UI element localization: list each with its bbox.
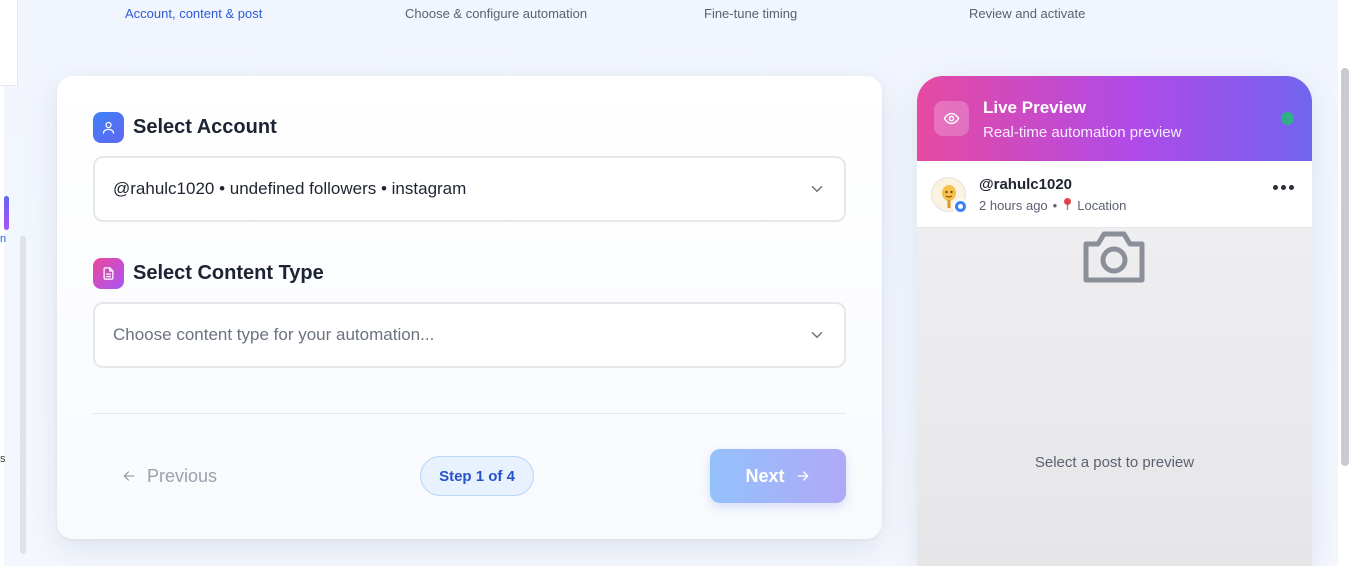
pin-icon xyxy=(1062,197,1073,213)
content-section-title: Select Content Type xyxy=(133,262,324,284)
chevron-down-icon xyxy=(811,186,823,192)
sidebar-scrollbar[interactable] xyxy=(20,236,26,554)
live-preview-panel: Live Preview Real-time automation previe… xyxy=(917,76,1312,566)
sidebar-text-fragment: s xyxy=(0,453,6,465)
step-3-label[interactable]: Fine-tune timing xyxy=(704,6,797,21)
step-1-label[interactable]: Account, content & post xyxy=(125,6,262,21)
arrow-right-icon xyxy=(797,471,808,481)
chevron-down-icon xyxy=(811,332,823,338)
post-empty-text: Select a post to preview xyxy=(1034,454,1195,471)
account-section-header: Select Account xyxy=(93,112,277,143)
post-username: @rahulc1020 xyxy=(979,176,1073,193)
sidebar-active-indicator xyxy=(4,196,9,230)
live-preview-header: Live Preview Real-time automation previe… xyxy=(917,76,1312,161)
previous-button-label: Previous xyxy=(147,465,218,486)
verified-badge-icon xyxy=(953,199,968,214)
live-status-dot xyxy=(1281,112,1294,125)
form-divider xyxy=(93,413,846,414)
automation-form-card: Select Account @rahulc1020 • undefined f… xyxy=(57,76,882,539)
more-horizontal-icon[interactable] xyxy=(1273,185,1294,190)
arrow-left-icon xyxy=(123,471,135,481)
live-preview-subtitle: Real-time automation preview xyxy=(983,124,1182,141)
account-select[interactable]: @rahulc1020 • undefined followers • inst… xyxy=(93,156,846,222)
sidebar-text-fragment: n xyxy=(0,233,7,245)
content-type-select[interactable]: Choose content type for your automation.… xyxy=(93,302,846,368)
post-location: Location xyxy=(1077,197,1127,213)
document-icon xyxy=(93,258,124,289)
content-section-header: Select Content Type xyxy=(93,258,324,289)
page-scrollbar-thumb[interactable] xyxy=(1341,68,1349,466)
content-type-placeholder: Choose content type for your automation.… xyxy=(113,325,435,344)
user-icon xyxy=(93,112,124,143)
account-select-value: @rahulc1020 • undefined followers • inst… xyxy=(113,179,467,198)
step-4-label[interactable]: Review and activate xyxy=(969,6,1085,21)
post-header: @rahulc1020 2 hours ago • Location xyxy=(917,161,1312,228)
step-indicator: Step 1 of 4 xyxy=(420,456,534,496)
eye-icon xyxy=(934,101,969,136)
camera-icon xyxy=(1083,231,1145,283)
post-meta: 2 hours ago • Location xyxy=(979,197,1126,213)
account-section-title: Select Account xyxy=(133,116,277,138)
post-time: 2 hours ago xyxy=(979,197,1048,213)
sidebar-edge-strip xyxy=(0,86,4,566)
next-button[interactable]: Next xyxy=(710,449,846,503)
meta-separator: • xyxy=(1052,197,1058,213)
stepper: Account, content & post Choose & configu… xyxy=(0,6,1338,26)
next-button-label: Next xyxy=(745,465,785,486)
live-preview-title: Live Preview xyxy=(983,98,1087,117)
step-2-label[interactable]: Choose & configure automation xyxy=(405,6,587,21)
post-media-placeholder: Select a post to preview xyxy=(917,228,1312,566)
previous-button[interactable]: Previous xyxy=(121,463,217,489)
